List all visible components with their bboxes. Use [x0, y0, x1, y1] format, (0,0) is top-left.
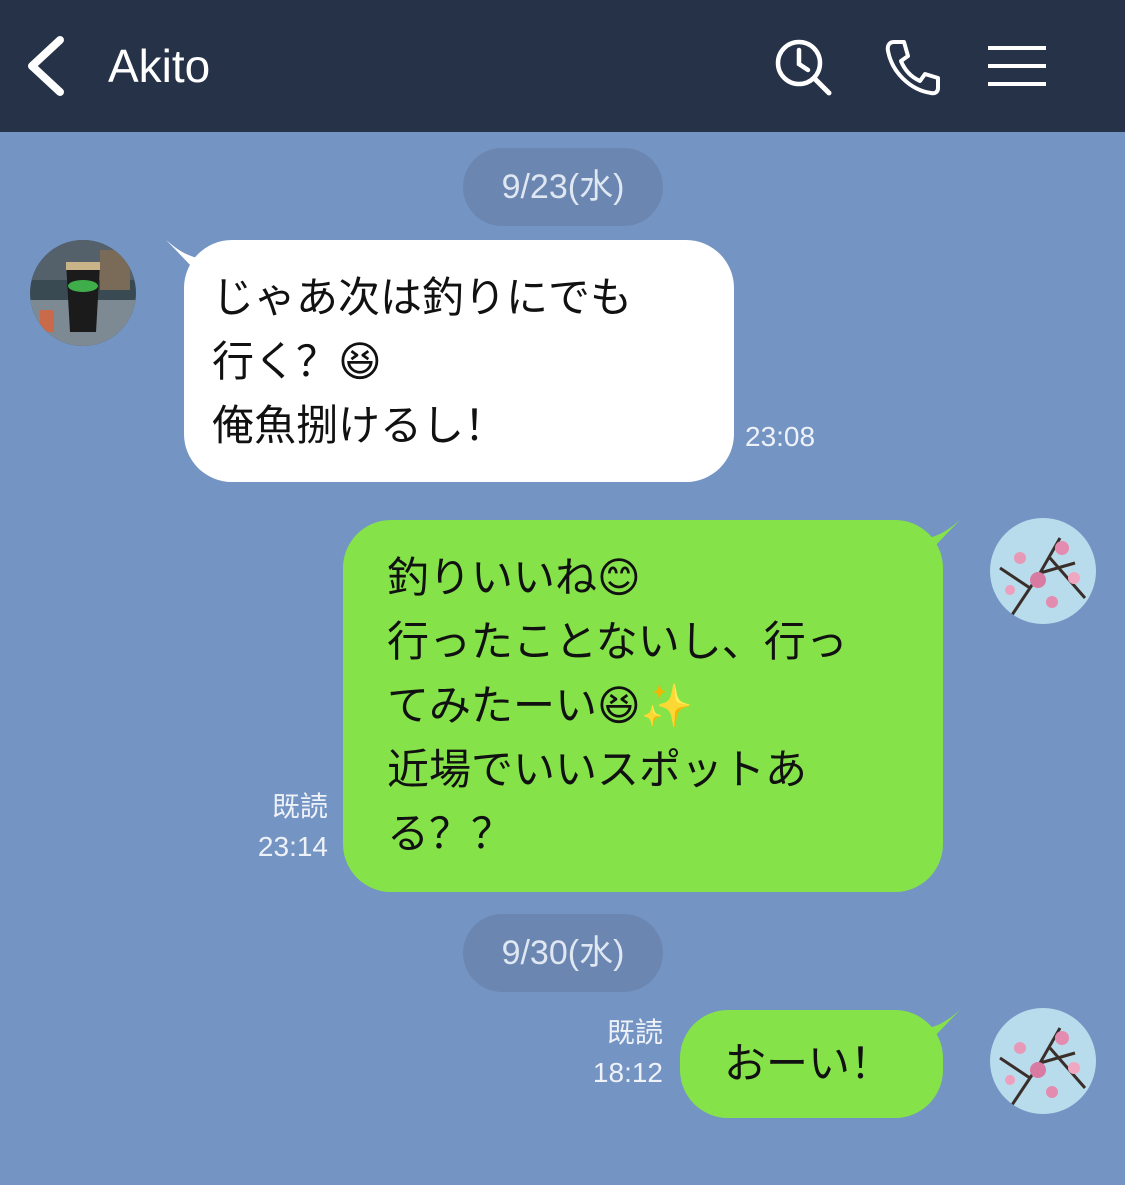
read-receipt: 既読: [606, 1017, 663, 1048]
message-line: 釣りいいね😊: [387, 553, 641, 602]
message-time: 23:14: [257, 831, 328, 862]
message-line: じゃあ次は釣りにでも: [212, 273, 633, 322]
message-meta: 既読 23:14: [230, 787, 328, 867]
message-bubble-outgoing[interactable]: 釣りいいね😊 行ったことないし、行っ てみたーい😆✨ 近場でいいスポットあ る？…: [343, 520, 943, 892]
message-bubble-incoming[interactable]: じゃあ次は釣りにでも 行く？😆 俺魚捌けるし！: [184, 240, 734, 482]
message-time: 18:12: [592, 1057, 663, 1088]
my-avatar[interactable]: [990, 1008, 1096, 1114]
message-list[interactable]: 9/23(水) じゃあ次は釣りにでも 行く？😆 俺魚捌けるし！ 23:08 釣り…: [0, 132, 1125, 1185]
search-clock-icon: [775, 39, 832, 96]
menu-button[interactable]: [984, 34, 1050, 100]
message-line: おーい！: [724, 1039, 893, 1088]
call-button[interactable]: [880, 34, 946, 100]
message-time: 23:08: [745, 421, 816, 452]
message-meta: 既読 18:12: [565, 1013, 663, 1093]
message-line: 行く？😆: [212, 337, 382, 386]
cherry-blossom-avatar-image: [990, 1008, 1096, 1114]
search-button[interactable]: [770, 34, 836, 100]
menu-icon: [988, 46, 1046, 86]
message-meta: 23:08: [745, 417, 829, 457]
message-line: 俺魚捌けるし！: [212, 401, 507, 450]
contact-avatar[interactable]: [30, 240, 136, 346]
date-separator: 9/23(水): [463, 148, 663, 226]
chat-title: Akito: [108, 40, 211, 92]
cherry-blossom-avatar-image: [990, 518, 1096, 624]
read-receipt: 既読: [271, 791, 328, 822]
my-avatar[interactable]: [990, 518, 1096, 624]
back-chevron-icon: [28, 36, 64, 96]
phone-icon: [885, 40, 940, 96]
chat-header: Akito: [0, 0, 1125, 132]
message-line: てみたーい😆✨: [387, 681, 694, 730]
message-line: 行ったことないし、行っ: [387, 617, 848, 666]
message-bubble-outgoing[interactable]: おーい！: [680, 1010, 943, 1118]
message-line: る？？: [387, 809, 514, 858]
message-line: 近場でいいスポットあ: [387, 745, 808, 794]
beer-glass-avatar-image: [30, 240, 136, 346]
back-button[interactable]: [18, 30, 78, 102]
date-separator: 9/30(水): [463, 914, 663, 992]
